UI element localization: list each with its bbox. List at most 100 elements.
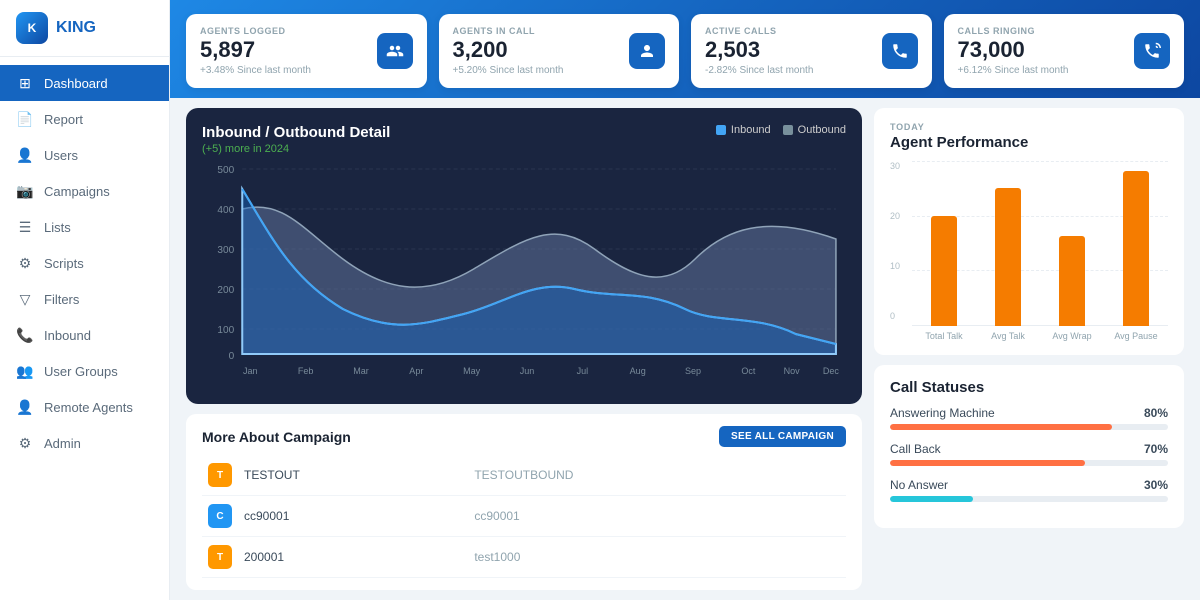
- bar-col: [1123, 171, 1149, 326]
- scripts-icon: ⚙: [16, 254, 34, 272]
- svg-text:Sep: Sep: [685, 366, 701, 376]
- sidebar-item-label: Dashboard: [44, 76, 108, 91]
- stat-label: ACTIVE CALLS: [705, 26, 813, 36]
- sidebar-item-report[interactable]: 📄 Report: [0, 101, 169, 137]
- see-all-campaign-button[interactable]: SEE ALL CAMPAIGN: [719, 426, 846, 447]
- sidebar: K KING ⊞ Dashboard 📄 Report 👤 Users 📷 Ca…: [0, 0, 170, 600]
- dashboard-icon: ⊞: [16, 74, 34, 92]
- svg-text:Dec: Dec: [823, 366, 840, 376]
- stat-card-active-calls: ACTIVE CALLS 2,503 -2.82% Since last mon…: [691, 14, 932, 88]
- sidebar-item-label: Lists: [44, 220, 71, 235]
- progress-bar-bg: [890, 460, 1168, 466]
- status-name: No Answer: [890, 478, 948, 492]
- sidebar-item-user-groups[interactable]: 👥 User Groups: [0, 353, 169, 389]
- sidebar-item-scripts[interactable]: ⚙ Scripts: [0, 245, 169, 281]
- table-row: T 200001 test1000: [202, 537, 846, 578]
- status-item-no-answer: No Answer 30%: [890, 478, 1168, 502]
- sidebar-item-admin[interactable]: ⚙ Admin: [0, 425, 169, 461]
- agent-performance-card: TODAY Agent Performance 30 20 10 0: [874, 108, 1184, 355]
- section-label: TODAY: [890, 122, 1168, 132]
- call-statuses-title: Call Statuses: [890, 379, 1168, 396]
- bar-col: [1059, 236, 1085, 326]
- campaign-table: T TESTOUT TESTOUTBOUND C cc90001 cc90001…: [202, 455, 846, 578]
- legend-inbound: Inbound: [716, 124, 771, 136]
- sidebar-item-campaigns[interactable]: 📷 Campaigns: [0, 173, 169, 209]
- bar-label: Avg Pause: [1111, 331, 1161, 341]
- svg-text:400: 400: [217, 205, 234, 216]
- stat-label: CALLS RINGING: [958, 26, 1069, 36]
- stat-value: 2,503: [705, 39, 813, 61]
- chart-legend: Inbound Outbound: [716, 124, 846, 136]
- stats-row: AGENTS LOGGED 5,897 +3.48% Since last mo…: [170, 0, 1200, 98]
- legend-dot-outbound: [783, 125, 793, 135]
- svg-text:Apr: Apr: [409, 366, 423, 376]
- campaign-badge: C: [208, 504, 232, 528]
- stat-label: AGENTS IN CALL: [453, 26, 564, 36]
- lists-icon: ☰: [16, 218, 34, 236]
- sidebar-item-label: Inbound: [44, 328, 91, 343]
- chart-title: Inbound / Outbound Detail: [202, 124, 390, 141]
- stat-icon-calls-ringing: [1134, 33, 1170, 69]
- bar-avg-wrap: [1059, 236, 1085, 326]
- sidebar-item-users[interactable]: 👤 Users: [0, 137, 169, 173]
- table-row: T TESTOUT TESTOUTBOUND: [202, 455, 846, 496]
- call-statuses-card: Call Statuses Answering Machine 80% Call…: [874, 365, 1184, 528]
- stat-change: +6.12% Since last month: [958, 65, 1069, 76]
- svg-text:Oct: Oct: [741, 366, 756, 376]
- campaign-badge: T: [208, 463, 232, 487]
- sidebar-nav: ⊞ Dashboard 📄 Report 👤 Users 📷 Campaigns…: [0, 57, 169, 469]
- sidebar-item-label: Filters: [44, 292, 79, 307]
- status-pct: 80%: [1144, 406, 1168, 420]
- status-pct: 30%: [1144, 478, 1168, 492]
- status-pct: 70%: [1144, 442, 1168, 456]
- filters-icon: ▽: [16, 290, 34, 308]
- legend-dot-inbound: [716, 125, 726, 135]
- right-column: TODAY Agent Performance 30 20 10 0: [874, 108, 1184, 590]
- chart-svg-area: 500 400 300 200 100 0 Jan: [202, 159, 846, 379]
- sidebar-item-lists[interactable]: ☰ Lists: [0, 209, 169, 245]
- campaign-name: 200001: [238, 537, 468, 578]
- svg-text:500: 500: [217, 165, 234, 176]
- svg-text:Jan: Jan: [243, 366, 258, 376]
- users-icon: 👤: [16, 146, 34, 164]
- logo-icon: K: [16, 12, 48, 44]
- left-column: Inbound / Outbound Detail (+5) more in 2…: [186, 108, 862, 590]
- stat-icon-agents-logged: [377, 33, 413, 69]
- inbound-icon: 📞: [16, 326, 34, 344]
- stat-value: 5,897: [200, 39, 311, 61]
- svg-text:Jul: Jul: [577, 366, 589, 376]
- campaign-desc: TESTOUTBOUND: [468, 455, 846, 496]
- content-area: Inbound / Outbound Detail (+5) more in 2…: [170, 98, 1200, 600]
- user-groups-icon: 👥: [16, 362, 34, 380]
- stat-card-agents-in-call: AGENTS IN CALL 3,200 +5.20% Since last m…: [439, 14, 680, 88]
- stat-change: -2.82% Since last month: [705, 65, 813, 76]
- status-item-call-back: Call Back 70%: [890, 442, 1168, 466]
- svg-text:Mar: Mar: [353, 366, 369, 376]
- svg-text:200: 200: [217, 285, 234, 296]
- stat-value: 73,000: [958, 39, 1069, 61]
- progress-bar-fill: [890, 496, 973, 502]
- svg-text:300: 300: [217, 245, 234, 256]
- svg-text:0: 0: [229, 351, 235, 362]
- campaigns-icon: 📷: [16, 182, 34, 200]
- admin-icon: ⚙: [16, 434, 34, 452]
- progress-bar-bg: [890, 424, 1168, 430]
- campaign-name: cc90001: [238, 496, 468, 537]
- sidebar-item-label: Users: [44, 148, 78, 163]
- status-name: Call Back: [890, 442, 941, 456]
- bar-avg-pause: [1123, 171, 1149, 326]
- progress-bar-bg: [890, 496, 1168, 502]
- bar-avg-talk: [995, 188, 1021, 326]
- status-name: Answering Machine: [890, 406, 995, 420]
- y-label: 0: [890, 311, 908, 321]
- bar-total-talk: [931, 216, 957, 326]
- sidebar-item-remote-agents[interactable]: 👤 Remote Agents: [0, 389, 169, 425]
- sidebar-item-dashboard[interactable]: ⊞ Dashboard: [0, 65, 169, 101]
- main-content: AGENTS LOGGED 5,897 +3.48% Since last mo…: [170, 0, 1200, 600]
- sidebar-item-label: Campaigns: [44, 184, 110, 199]
- bar-col: [995, 188, 1021, 326]
- progress-bar-fill: [890, 424, 1112, 430]
- bar-col: [931, 216, 957, 326]
- sidebar-item-inbound[interactable]: 📞 Inbound: [0, 317, 169, 353]
- sidebar-item-filters[interactable]: ▽ Filters: [0, 281, 169, 317]
